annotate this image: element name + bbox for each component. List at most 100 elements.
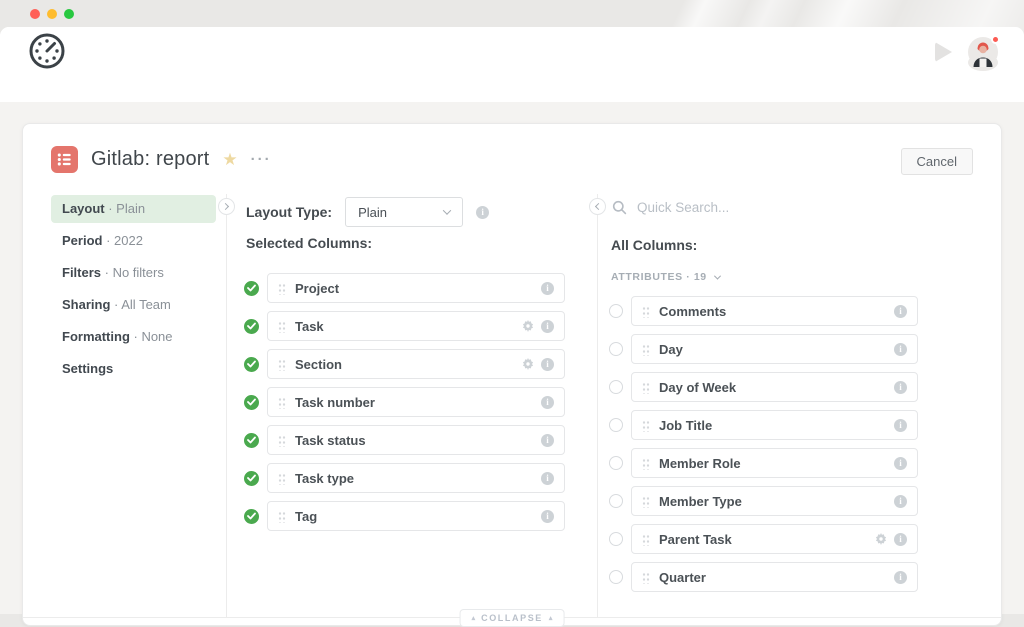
collapse-left-pane-handle[interactable]	[218, 198, 235, 215]
drag-handle-icon[interactable]	[642, 457, 650, 470]
everhour-logo-icon[interactable]	[28, 32, 66, 70]
gear-icon[interactable]	[875, 533, 887, 545]
info-icon[interactable]: i	[894, 495, 907, 508]
all-columns-title: All Columns:	[611, 237, 697, 253]
info-icon[interactable]: i	[541, 358, 554, 371]
column-box-icons: i	[522, 358, 554, 371]
radio-icon[interactable]	[609, 494, 623, 508]
column-box[interactable]: Parent Taski	[631, 524, 918, 554]
drag-handle-icon[interactable]	[278, 282, 286, 295]
drag-handle-icon[interactable]	[642, 495, 650, 508]
drag-handle-icon[interactable]	[278, 510, 286, 523]
cancel-button[interactable]: Cancel	[901, 148, 973, 175]
drag-handle-icon[interactable]	[278, 396, 286, 409]
sidebar-item-label: Formatting	[62, 329, 130, 344]
info-icon[interactable]: i	[894, 305, 907, 318]
column-box[interactable]: Taski	[267, 311, 565, 341]
user-avatar[interactable]	[968, 37, 998, 67]
drag-handle-icon[interactable]	[642, 343, 650, 356]
column-box-icons: i	[522, 320, 554, 333]
info-icon[interactable]: i	[894, 343, 907, 356]
column-box[interactable]: Sectioni	[267, 349, 565, 379]
radio-icon[interactable]	[609, 418, 623, 432]
info-icon[interactable]: i	[541, 434, 554, 447]
column-box-icons: i	[541, 434, 554, 447]
sidebar-item-value: · No filters	[101, 265, 164, 280]
drag-handle-icon[interactable]	[642, 381, 650, 394]
info-icon[interactable]: i	[894, 571, 907, 584]
app-header	[0, 27, 1024, 75]
selected-column-row-task-number: Task numberi	[244, 387, 565, 417]
sidebar-item-sharing[interactable]: Sharing · All Team	[51, 291, 216, 319]
column-box[interactable]: Day of Weeki	[631, 372, 918, 402]
info-icon[interactable]: i	[541, 472, 554, 485]
column-box[interactable]: Member Typei	[631, 486, 918, 516]
drag-handle-icon[interactable]	[642, 305, 650, 318]
info-icon[interactable]: i	[541, 320, 554, 333]
radio-icon[interactable]	[609, 380, 623, 394]
collapse-button[interactable]: ▴ COLLAPSE ▴	[460, 609, 565, 627]
info-icon[interactable]: i	[894, 419, 907, 432]
traffic-light-close[interactable]	[30, 9, 40, 19]
radio-icon[interactable]	[609, 342, 623, 356]
column-box[interactable]: Task status i	[267, 425, 565, 455]
favorite-star-icon[interactable]: ★	[222, 151, 237, 168]
sidebar-item-layout[interactable]: Layout · Plain	[51, 195, 216, 223]
selected-column-row-task: Taski	[244, 311, 565, 341]
content-area: Gitlab: report ★ ··· Cancel Layout · Pla…	[0, 102, 1024, 614]
gear-icon[interactable]	[522, 358, 534, 370]
check-icon[interactable]	[244, 281, 259, 296]
check-icon[interactable]	[244, 509, 259, 524]
all-column-row-day-of-week: Day of Weeki	[609, 372, 918, 402]
drag-handle-icon[interactable]	[278, 434, 286, 447]
check-icon[interactable]	[244, 471, 259, 486]
info-icon[interactable]: i	[541, 510, 554, 523]
check-icon[interactable]	[244, 395, 259, 410]
info-icon[interactable]: i	[894, 381, 907, 394]
radio-icon[interactable]	[609, 456, 623, 470]
quick-search-input[interactable]	[637, 200, 867, 215]
sidebar-item-settings[interactable]: Settings	[51, 355, 216, 383]
layout-type-select[interactable]: Plain	[345, 197, 463, 227]
column-box[interactable]: Task numberi	[267, 387, 565, 417]
attributes-group-toggle[interactable]: ATTRIBUTES · 19	[611, 271, 720, 283]
drag-handle-icon[interactable]	[642, 533, 650, 546]
info-icon[interactable]: i	[894, 533, 907, 546]
drag-handle-icon[interactable]	[278, 358, 286, 371]
sidebar-item-formatting[interactable]: Formatting · None	[51, 323, 216, 351]
layout-type-label: Layout Type:	[246, 204, 332, 220]
check-icon[interactable]	[244, 319, 259, 334]
info-icon[interactable]: i	[894, 457, 907, 470]
check-icon[interactable]	[244, 433, 259, 448]
more-options-icon[interactable]: ···	[251, 152, 272, 167]
column-label: Task status	[295, 433, 366, 448]
column-box[interactable]: Tagi	[267, 501, 565, 531]
notification-arrow-icon[interactable]	[935, 42, 952, 62]
drag-handle-icon[interactable]	[642, 571, 650, 584]
traffic-light-zoom[interactable]	[64, 9, 74, 19]
sidebar-item-label: Settings	[62, 361, 113, 376]
check-icon[interactable]	[244, 357, 259, 372]
gear-icon[interactable]	[522, 320, 534, 332]
sidebar-item-filters[interactable]: Filters · No filters	[51, 259, 216, 287]
drag-handle-icon[interactable]	[278, 320, 286, 333]
drag-handle-icon[interactable]	[642, 419, 650, 432]
column-box[interactable]: Task typei	[267, 463, 565, 493]
column-box[interactable]: Quarteri	[631, 562, 918, 592]
app-window: Gitlab: report ★ ··· Cancel Layout · Pla…	[0, 27, 1024, 614]
column-box[interactable]: Dayi	[631, 334, 918, 364]
sidebar-item-period[interactable]: Period · 2022	[51, 227, 216, 255]
drag-handle-icon[interactable]	[278, 472, 286, 485]
traffic-light-minimize[interactable]	[47, 9, 57, 19]
radio-icon[interactable]	[609, 304, 623, 318]
column-box[interactable]: Job Titlei	[631, 410, 918, 440]
info-icon[interactable]: i	[476, 206, 489, 219]
column-box[interactable]: Member Rolei	[631, 448, 918, 478]
info-icon[interactable]: i	[541, 282, 554, 295]
radio-icon[interactable]	[609, 570, 623, 584]
radio-icon[interactable]	[609, 532, 623, 546]
column-box[interactable]: Projecti	[267, 273, 565, 303]
info-icon[interactable]: i	[541, 396, 554, 409]
column-box[interactable]: Commentsi	[631, 296, 918, 326]
collapse-right-pane-handle[interactable]	[589, 198, 606, 215]
